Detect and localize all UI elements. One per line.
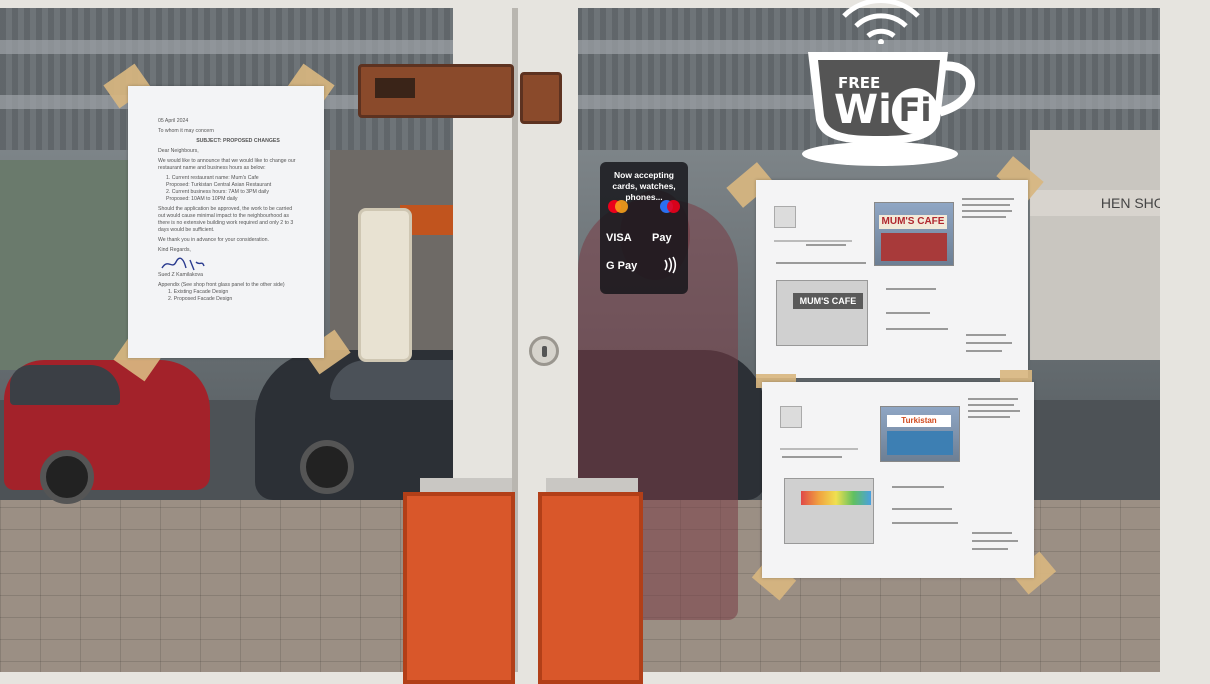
notice-line: Kind Regards,: [158, 247, 191, 253]
drawing-caption: [776, 262, 866, 264]
notice-line: 2. Proposed Facade Design: [168, 296, 233, 302]
drawing-notes: [968, 416, 1010, 418]
door-handle-right[interactable]: [538, 492, 643, 684]
notice-subject: SUBJECT: PROPOSED CHANGES: [196, 138, 280, 144]
notice-line: Proposed: 10AM to 10PM daily: [166, 196, 238, 202]
proposed-sign-label: Turkistan: [887, 415, 951, 427]
notice-salutation: To whom it may concern: [158, 128, 214, 134]
rainbow-sign: [801, 491, 871, 505]
elevation-sign-existing: MUM'S CAFE: [793, 293, 863, 309]
facade-elevation: MUM'S CAFE: [776, 280, 868, 346]
building-reflection-right: [1030, 130, 1180, 360]
title-block: [966, 342, 1012, 344]
shop-photo: MUM'S CAFE: [874, 202, 954, 266]
drawing-notes: [962, 204, 1010, 206]
notice-line: Proposed: Turkistan Central Asian Restau…: [166, 182, 272, 188]
door-lock-keyhole[interactable]: [529, 336, 559, 366]
door-latch-plate: [520, 72, 562, 124]
mastercard-icon: [615, 200, 628, 213]
notice-line: Sued Z Kamilakova: [158, 272, 203, 278]
door-handle-left[interactable]: [403, 492, 515, 684]
wifi-signal-icon: [842, 0, 920, 44]
wifi-wi-label: Wi: [834, 87, 892, 133]
title-block: [972, 532, 1012, 534]
drawing-line: [774, 240, 852, 242]
drawing-notes: [886, 288, 936, 290]
existing-facade-drawing: MUM'S CAFE MUM'S CAFE: [756, 180, 1028, 378]
notice-line: Should the application be approved, the …: [158, 206, 293, 212]
car-wheel: [40, 450, 94, 504]
drawing-thumbnail: [774, 206, 796, 228]
latch-slot: [375, 78, 415, 98]
red-car-window: [10, 365, 120, 405]
apple-pay-label: Pay: [652, 232, 672, 244]
building-reflection-left: [0, 160, 130, 370]
reflected-panel: [358, 208, 412, 362]
google-pay-label: G Pay: [606, 260, 638, 272]
drawing-notes: [962, 210, 1012, 212]
drawing-notes: [962, 216, 1006, 218]
title-block: [966, 334, 1006, 336]
drawing-notes: [892, 508, 952, 510]
contactless-icon: [664, 256, 677, 274]
drawing-thumbnail: [780, 406, 802, 428]
title-block: [972, 548, 1008, 550]
drawing-caption: [782, 456, 842, 458]
drawing-notes: [892, 522, 958, 524]
notice-line: out would cause minimal impact to the ne…: [158, 213, 289, 219]
dark-car-window: [330, 360, 470, 400]
drawing-notes: [886, 328, 948, 330]
planning-notice-letter: 05 April 2024 To whom it may concern SUB…: [128, 86, 324, 358]
title-block: [966, 350, 1002, 352]
proposed-facade-drawing: Turkistan: [762, 382, 1034, 578]
notice-line: there is no extensive building work requ…: [158, 220, 294, 226]
window-frame-top: [0, 0, 1210, 8]
notice-greeting: Dear Neighbours,: [158, 148, 199, 154]
proposed-elevation: [784, 478, 874, 544]
car-wheel: [300, 440, 354, 494]
drawing-line: [780, 448, 858, 450]
drawing-notes: [886, 312, 930, 314]
drawing-notes: [892, 486, 944, 488]
drawing-notes: [968, 398, 1018, 400]
existing-sign-label: MUM'S CAFE: [879, 215, 947, 229]
wifi-fi-label: Fi: [892, 88, 938, 134]
free-wifi-sticker: FREE Wi Fi: [800, 0, 982, 172]
shop-window-scene: HEN SHOP 05 April 2024 To whom it may co…: [0, 0, 1210, 684]
notice-line: 1. Current restaurant name: Mum's Cafe: [166, 175, 259, 181]
drawing-caption: [806, 244, 846, 246]
notice-line: We thank you in advance for your conside…: [158, 237, 269, 243]
proposed-shop-render: Turkistan: [880, 406, 960, 462]
window-frame-right: [1160, 0, 1210, 684]
handwritten-signature: [161, 257, 205, 271]
notice-line: restaurant name and business hours as be…: [158, 165, 266, 171]
notice-date: 05 April 2024: [158, 118, 189, 124]
notice-line: 1. Existing Facade Design: [168, 289, 229, 295]
notice-line: Appendix (See shop front glass panel to …: [158, 282, 285, 288]
shop-sign-reflection-right: HEN SHOP: [1030, 190, 1180, 216]
notice-line: We would like to announce that we would …: [158, 158, 296, 164]
drawing-notes: [968, 404, 1014, 406]
notice-line: 2. Current business hours: 7AM to 3PM da…: [166, 189, 269, 195]
drawing-notes: [968, 410, 1020, 412]
ceiling-light-strip: [0, 40, 1210, 54]
maestro-icon: [667, 200, 680, 213]
card-headline: Now accepting cards, watches, phones...: [612, 170, 676, 202]
drawing-notes: [962, 198, 1014, 200]
notice-line: days would be sufficient.: [158, 227, 215, 233]
visa-label: VISA: [606, 232, 632, 244]
card-payment-sticker: Now accepting cards, watches, phones... …: [600, 162, 688, 294]
title-block: [972, 540, 1018, 542]
